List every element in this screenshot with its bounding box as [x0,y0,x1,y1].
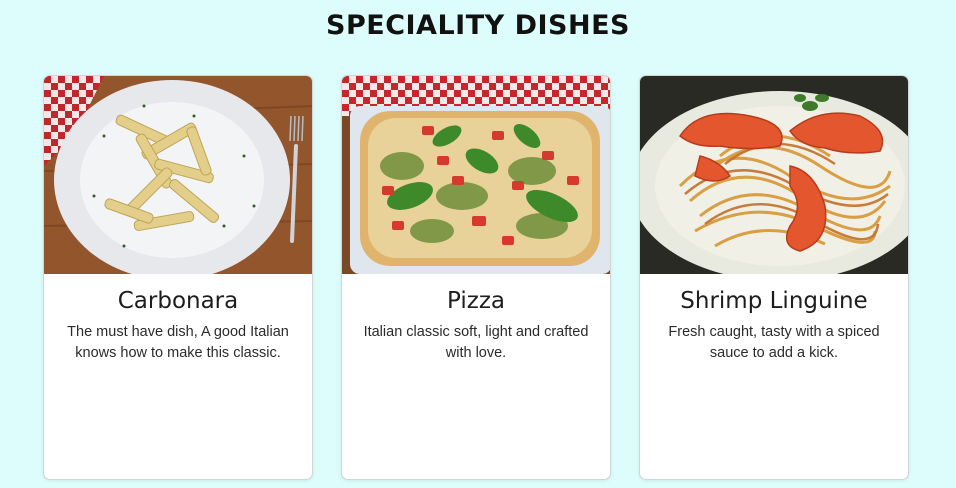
dish-card-pizza: Pizza Italian classic soft, light and cr… [341,75,611,480]
pizza-photo [342,76,610,274]
dish-card-shrimp-linguine: Shrimp Linguine Fresh caught, tasty with… [639,75,909,480]
pizza-image [342,76,610,274]
card-title: Pizza [447,288,505,314]
shrimp-linguine-photo [640,76,908,274]
dish-card-carbonara: Carbonara The must have dish, A good Ita… [43,75,313,480]
card-description: Italian classic soft, light and crafted … [363,324,589,361]
section-title: SPECIALITY DISHES [326,10,630,41]
dish-cards: Carbonara The must have dish, A good Ita… [43,75,909,480]
card-title: Carbonara [117,288,239,314]
shrimp-linguine-image [640,76,908,274]
carbonara-image [44,76,312,274]
card-description: The must have dish, A good Italian knows… [67,324,289,361]
card-description: Fresh caught, tasty with a spiced sauce … [668,324,880,361]
card-title: Shrimp Linguine [680,288,868,314]
carbonara-photo [44,76,312,274]
